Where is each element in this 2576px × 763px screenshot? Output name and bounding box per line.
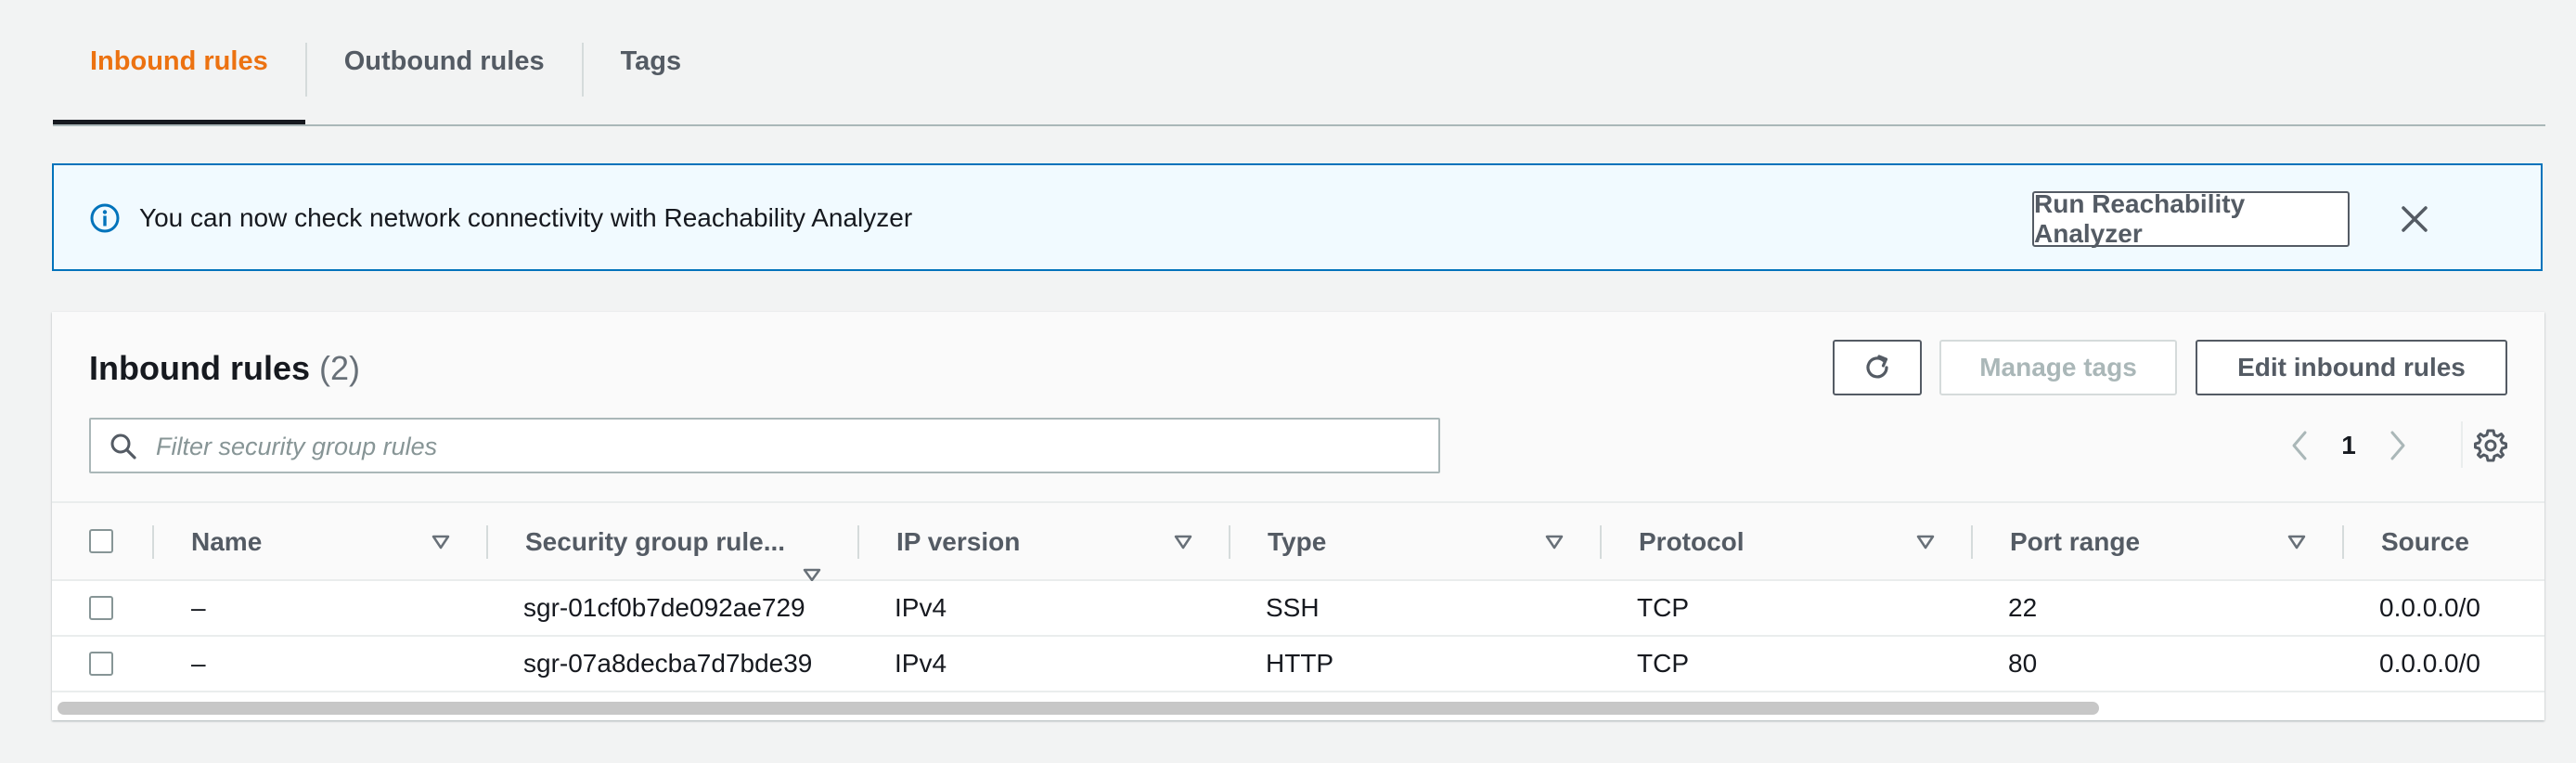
sort-icon[interactable] — [802, 568, 822, 581]
panel-title-text: Inbound rules — [89, 349, 310, 387]
info-icon — [90, 203, 120, 233]
cell-ip-version: IPv4 — [895, 593, 947, 622]
chevron-right-icon — [2390, 431, 2405, 460]
cell-source: 0.0.0.0/0 — [2379, 649, 2480, 678]
column-header-source[interactable]: Source — [2381, 503, 2469, 581]
refresh-icon — [1866, 355, 1888, 379]
cell-port-range: 22 — [2008, 593, 2038, 622]
column-header-type[interactable]: Type — [1268, 503, 1326, 581]
sort-icon[interactable] — [1544, 533, 1565, 551]
sort-icon[interactable] — [431, 533, 451, 551]
sort-icon[interactable] — [2286, 533, 2307, 551]
column-divider — [857, 525, 859, 559]
column-header-protocol[interactable]: Protocol — [1639, 503, 1745, 581]
banner-message: You can now check network connectivity w… — [139, 203, 913, 232]
rule-count: (2) — [319, 349, 361, 387]
search-input[interactable] — [154, 420, 1420, 473]
pager-divider — [2461, 421, 2463, 468]
panel-title: Inbound rules (2) — [89, 347, 360, 390]
tab-tags[interactable]: Tags — [584, 0, 719, 123]
chevron-left-icon — [2292, 431, 2307, 460]
column-header-ip-version[interactable]: IP version — [896, 503, 1020, 581]
search-icon — [110, 433, 136, 459]
inbound-rules-panel: Inbound rules (2) Manage tags Edit inbou… — [52, 312, 2544, 720]
cell-port-range: 80 — [2008, 649, 2038, 678]
cell-type: HTTP — [1266, 649, 1334, 678]
info-banner: You can now check network connectivity w… — [52, 163, 2543, 271]
sort-icon[interactable] — [1915, 533, 1936, 551]
tab-inbound-rules[interactable]: Inbound rules — [53, 0, 305, 124]
row-checkbox[interactable] — [89, 652, 113, 676]
table-row[interactable]: – sgr-07a8decba7d7bde39 IPv4 HTTP TCP 80… — [52, 637, 2544, 692]
edit-inbound-rules-button[interactable]: Edit inbound rules — [2196, 340, 2507, 395]
cell-rule-id: sgr-07a8decba7d7bde39 — [523, 649, 813, 678]
search-field[interactable] — [89, 418, 1440, 473]
select-all-checkbox[interactable] — [89, 529, 113, 553]
horizontal-scrollbar[interactable] — [58, 702, 2099, 715]
cell-name: – — [191, 593, 206, 622]
refresh-button[interactable] — [1833, 340, 1922, 395]
column-divider — [1229, 525, 1230, 559]
column-header-port-range[interactable]: Port range — [2010, 503, 2140, 581]
tab-outbound-rules[interactable]: Outbound rules — [307, 0, 582, 123]
pagination: 1 — [2279, 425, 2418, 466]
column-divider — [1971, 525, 1973, 559]
sort-icon[interactable] — [1173, 533, 1193, 551]
row-checkbox[interactable] — [89, 596, 113, 620]
column-divider — [486, 525, 488, 559]
gear-icon[interactable] — [2472, 427, 2509, 464]
run-reachability-analyzer-button[interactable]: Run Reachability Analyzer — [2032, 189, 2350, 248]
cell-rule-id: sgr-01cf0b7de092ae729 — [523, 593, 805, 622]
cell-protocol: TCP — [1637, 649, 1689, 678]
tab-bar: Inbound rules Outbound rules Tags — [53, 0, 2545, 126]
table-header: Name Security group rule... IP version T… — [52, 501, 2544, 581]
current-page[interactable]: 1 — [2320, 431, 2377, 460]
cell-source: 0.0.0.0/0 — [2379, 593, 2480, 622]
cell-type: SSH — [1266, 593, 1320, 622]
previous-page-button[interactable] — [2279, 425, 2320, 466]
table-row[interactable]: – sgr-01cf0b7de092ae729 IPv4 SSH TCP 22 … — [52, 581, 2544, 637]
cell-protocol: TCP — [1637, 593, 1689, 622]
close-icon[interactable] — [2398, 202, 2431, 236]
cell-name: – — [191, 649, 206, 678]
cell-ip-version: IPv4 — [895, 649, 947, 678]
column-header-security-group-rule[interactable]: Security group rule... — [525, 503, 785, 581]
panel-header: Inbound rules (2) Manage tags Edit inbou… — [52, 312, 2544, 501]
column-divider — [2342, 525, 2344, 559]
column-divider — [1600, 525, 1602, 559]
next-page-button[interactable] — [2377, 425, 2418, 466]
column-header-name[interactable]: Name — [191, 503, 262, 581]
manage-tags-button[interactable]: Manage tags — [1939, 340, 2177, 395]
column-divider — [152, 525, 154, 559]
